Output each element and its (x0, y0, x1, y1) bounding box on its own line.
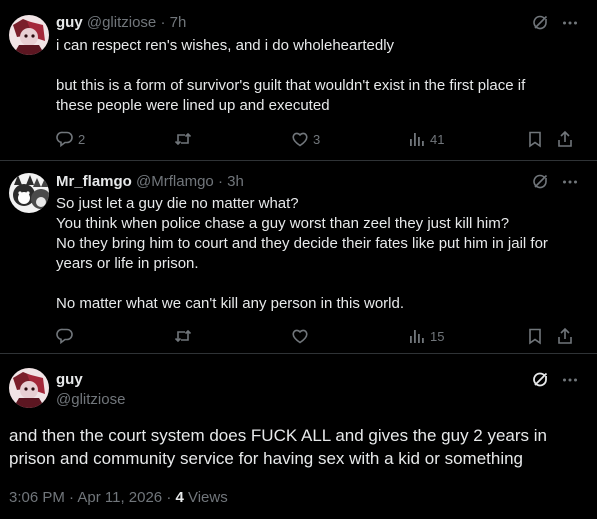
tweet-tools (531, 371, 579, 389)
tweet-body: and then the court system does FUCK ALL … (9, 426, 548, 468)
avatar[interactable] (9, 173, 49, 213)
handle[interactable]: @glitziose (56, 391, 125, 408)
more-icon[interactable] (561, 14, 579, 32)
like-button[interactable]: 3 (291, 130, 320, 148)
tweet-tools (531, 173, 579, 191)
share-button[interactable] (556, 327, 574, 345)
action-bar: 15 (56, 327, 576, 347)
reply-tweet-1[interactable]: guy @glitziose · 7h i can respect ren's … (0, 0, 597, 160)
bookmark-button[interactable] (526, 130, 544, 148)
share-icon (558, 130, 572, 147)
main-name[interactable]: guy (56, 371, 83, 389)
reply-button[interactable]: 2 (56, 130, 85, 148)
views-count: 41 (430, 131, 445, 147)
paragraph: i can respect ren's wishes, and i do who… (56, 37, 395, 54)
like-button[interactable] (291, 327, 313, 345)
main-tweet: guy @glitziose and then the court system… (0, 354, 597, 519)
reply-icon (56, 131, 73, 148)
reply-count: 2 (78, 131, 86, 147)
reply-button[interactable] (56, 327, 78, 345)
share-button[interactable] (556, 130, 574, 148)
display-name[interactable]: Mr_flamgo (56, 173, 132, 190)
bookmark-icon (529, 131, 541, 148)
like-count: 3 (313, 131, 321, 147)
tweet-meta: 3:06 PM · Apr 11, 2026 · 4 Views (9, 489, 228, 506)
repost-button[interactable] (174, 130, 196, 148)
reply-tweet-2[interactable]: Mr_flamgo @Mrflamgo · 3h So just let a g… (0, 161, 597, 354)
tweet-tools (531, 14, 579, 32)
display-name[interactable]: guy (56, 371, 83, 388)
separator: · (217, 173, 223, 190)
like-icon (292, 132, 308, 147)
views-icon (410, 133, 424, 146)
reply-text: So just let a guy die no matter what? Yo… (56, 194, 586, 314)
handle[interactable]: @Mrflamgo (136, 173, 214, 190)
paragraph: So just let a guy die no matter what? Yo… (56, 195, 548, 272)
separator: · (160, 14, 166, 31)
views-count: 15 (430, 328, 445, 344)
repost-icon (174, 329, 192, 343)
like-icon (292, 329, 308, 344)
more-icon[interactable] (561, 371, 579, 389)
reply-header: guy @glitziose · 7h (56, 14, 186, 32)
timestamp[interactable]: 7h (170, 14, 187, 31)
repost-button[interactable] (174, 327, 196, 345)
no-grok-icon[interactable] (531, 14, 549, 32)
action-bar: 2 3 41 (56, 130, 576, 150)
paragraph: No matter what we can't kill any person … (56, 295, 405, 312)
reply-text: i can respect ren's wishes, and i do who… (56, 36, 586, 116)
more-icon[interactable] (561, 173, 579, 191)
views-count: 4 (175, 489, 184, 506)
handle[interactable]: @glitziose (87, 14, 156, 31)
bookmark-button[interactable] (526, 327, 544, 345)
avatar[interactable] (9, 15, 49, 55)
reply-icon (56, 328, 73, 345)
share-icon (558, 327, 572, 344)
no-grok-icon[interactable] (531, 173, 549, 191)
post-timestamp[interactable]: 3:06 PM · Apr 11, 2026 · (9, 489, 175, 506)
display-name[interactable]: guy (56, 14, 83, 31)
repost-icon (174, 132, 192, 146)
paragraph: but this is a form of survivor's guilt t… (56, 77, 526, 114)
main-tweet-text: and then the court system does FUCK ALL … (9, 424, 584, 470)
timestamp[interactable]: 3h (227, 173, 244, 190)
views-button[interactable]: 15 (408, 327, 444, 345)
reply-header: Mr_flamgo @Mrflamgo · 3h (56, 173, 244, 191)
bookmark-icon (529, 328, 541, 345)
avatar[interactable] (9, 368, 49, 408)
main-handle[interactable]: @glitziose (56, 391, 125, 409)
views-icon (410, 330, 424, 343)
no-grok-icon[interactable] (531, 371, 549, 389)
views-button[interactable]: 41 (408, 130, 444, 148)
views-label: Views (183, 489, 228, 506)
